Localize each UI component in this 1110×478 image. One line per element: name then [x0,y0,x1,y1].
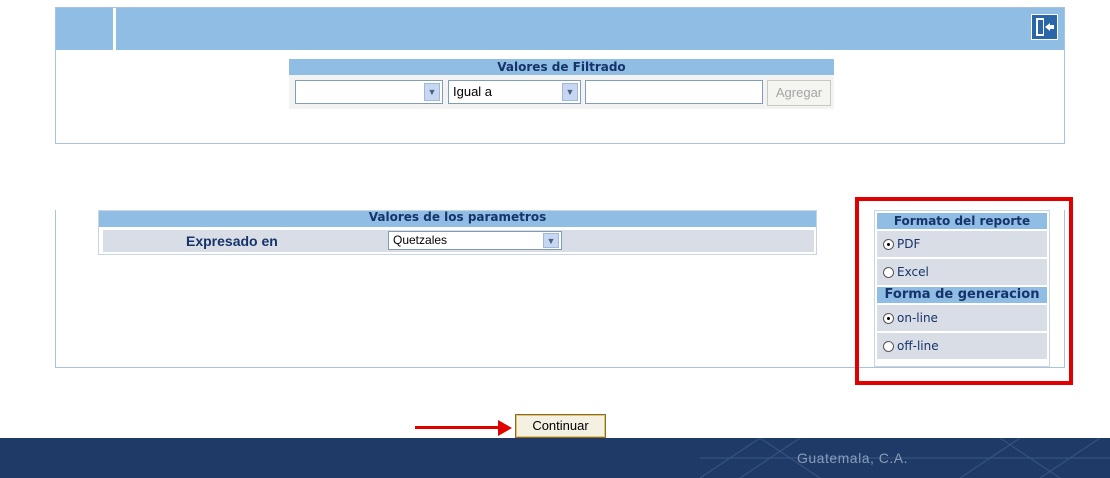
pointer-arrow-line [415,426,501,429]
header-left-cell [56,8,116,50]
chevron-down-icon: ▼ [562,83,578,101]
filter-panel: Valores de Filtrado ▼ Igual a ▼ Agregar [55,7,1065,144]
highlight-box [855,197,1073,385]
footer-location-text: Guatemala, C.A. [797,450,908,466]
parameters-title: Valores de los parametros [99,211,816,227]
parameters-box: Valores de los parametros Expresado en Q… [98,210,817,255]
filter-operator-value: Igual a [453,84,493,99]
chevron-down-icon: ▼ [424,83,440,101]
expresado-label: Expresado en [186,233,278,249]
currency-select[interactable]: Quetzales ▼ [388,231,562,250]
filter-value-input[interactable] [585,80,763,104]
add-filter-button[interactable]: Agregar [767,80,831,106]
chevron-down-icon: ▼ [543,233,559,248]
filter-field-select[interactable]: ▼ [295,80,443,104]
filter-operator-select[interactable]: Igual a ▼ [448,80,581,104]
exit-door-icon [1036,18,1054,36]
filter-title: Valores de Filtrado [289,59,834,75]
continue-button[interactable]: Continuar [515,414,606,438]
footer: Guatemala, C.A. [0,438,1110,478]
pointer-arrow-icon [498,420,512,436]
exit-button[interactable] [1031,14,1058,40]
currency-value: Quetzales [393,233,448,247]
filter-values-box: Valores de Filtrado ▼ Igual a ▼ Agregar [289,59,834,109]
panel-header [56,8,1064,50]
